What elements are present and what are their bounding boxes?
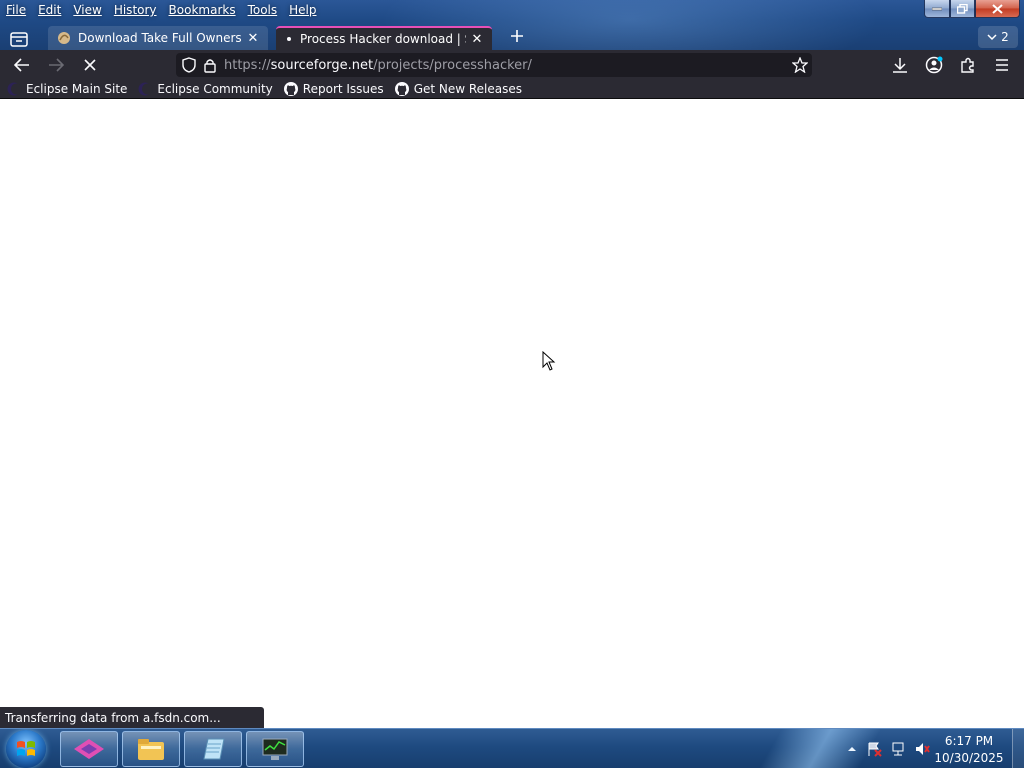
account-button[interactable] — [922, 53, 946, 77]
url-bar[interactable]: https://sourceforge.net/projects/process… — [176, 53, 812, 77]
taskbar-explorer-button[interactable] — [122, 731, 180, 767]
monitor-chart-icon — [262, 738, 288, 760]
volume-muted-icon[interactable] — [914, 741, 930, 757]
status-panel: Transferring data from a.fsdn.com... — [0, 707, 264, 728]
menu-tools-label: Tools — [247, 3, 278, 17]
menu-history[interactable]: History — [108, 0, 163, 20]
start-button[interactable] — [6, 730, 46, 768]
menu-help[interactable]: Help — [283, 0, 322, 20]
firefox-developer-icon — [74, 739, 104, 759]
window-controls — [924, 0, 1020, 18]
menu-file-label: File — [6, 3, 27, 17]
close-window-button[interactable] — [975, 0, 1020, 18]
firefox-view-icon — [10, 32, 28, 47]
taskbar-notepad-button[interactable] — [184, 731, 242, 767]
close-icon — [992, 3, 1003, 14]
restore-icon — [957, 3, 968, 14]
puzzle-icon — [961, 57, 974, 73]
firefox-view-button[interactable] — [6, 28, 32, 50]
bookmark-label: Eclipse Community — [157, 81, 273, 96]
menu-edit-label: Edit — [38, 3, 62, 17]
taskbar-clock[interactable]: 6:17 PM 10/30/2025 — [934, 733, 1004, 767]
list-all-tabs-button[interactable]: 2 — [978, 26, 1018, 48]
forward-button[interactable] — [44, 53, 68, 77]
url-scheme: https:// — [224, 57, 271, 73]
page-content[interactable]: Transferring data from a.fsdn.com... — [0, 99, 1024, 728]
folder-icon — [138, 739, 164, 760]
minimize-icon — [932, 7, 942, 10]
action-center-flag-icon[interactable] — [866, 741, 882, 757]
tab-take-ownership[interactable]: Download Take Full Ownership ✕ — [48, 26, 268, 50]
downloads-button[interactable] — [888, 53, 912, 77]
extensions-button[interactable] — [956, 53, 980, 77]
show-desktop-button[interactable] — [1012, 729, 1024, 768]
url-host: sourceforge.net — [270, 57, 374, 73]
menu-help-label: Help — [289, 3, 317, 17]
url-text[interactable]: https://sourceforge.net/projects/process… — [224, 58, 532, 73]
clock-time: 6:17 PM — [944, 734, 994, 748]
menu-view[interactable]: View — [67, 0, 107, 20]
loading-dot-icon — [287, 37, 291, 41]
bookmark-get-new-releases[interactable]: Get New Releases — [394, 81, 522, 97]
eclipse-icon — [138, 82, 154, 95]
download-icon — [893, 58, 907, 73]
bookmark-label: Eclipse Main Site — [26, 81, 128, 96]
menu-edit[interactable]: Edit — [32, 0, 67, 20]
menu-tools[interactable]: Tools — [242, 0, 284, 20]
github-icon — [394, 81, 409, 96]
plus-icon — [511, 30, 523, 42]
taskbar-task-manager-button[interactable] — [246, 731, 304, 767]
menu-view-label: View — [73, 3, 102, 17]
bookmarks-toolbar: Eclipse Main Site Eclipse Community Repo… — [0, 79, 1024, 99]
github-icon — [283, 81, 298, 96]
stop-icon — [84, 59, 96, 71]
tab-close-icon[interactable]: ✕ — [470, 32, 484, 47]
clock-date: 10/30/2025 — [934, 751, 1004, 765]
window-titlebar: File Edit View History Bookmarks Tools H… — [0, 0, 1024, 50]
tab-title: Process Hacker download | SourceForge — [300, 32, 466, 46]
back-button[interactable] — [10, 53, 34, 77]
system-tray: 6:17 PM 10/30/2025 — [824, 729, 1024, 768]
stop-button[interactable] — [78, 53, 102, 77]
menu-bookmarks-label: Bookmarks — [168, 3, 236, 17]
tab-favicon-icon — [58, 32, 70, 44]
chevron-down-icon — [987, 34, 997, 41]
menu-history-label: History — [113, 3, 157, 17]
lock-icon[interactable] — [204, 58, 216, 73]
url-path: /projects/processhacker/ — [373, 57, 532, 73]
taskbar-firefox-button[interactable] — [60, 731, 118, 767]
bookmark-eclipse-community[interactable]: Eclipse Community — [137, 81, 273, 97]
taskbar: 6:17 PM 10/30/2025 — [0, 728, 1024, 768]
tracking-protection-shield-icon[interactable] — [182, 57, 196, 73]
bookmark-label: Get New Releases — [413, 81, 523, 96]
bookmark-eclipse-main-site[interactable]: Eclipse Main Site — [6, 81, 127, 97]
menu-file[interactable]: File — [0, 0, 32, 20]
network-icon[interactable] — [890, 741, 906, 757]
notepad-icon — [203, 738, 225, 760]
restore-button[interactable] — [950, 0, 975, 18]
account-icon — [925, 56, 943, 74]
show-hidden-icons-icon[interactable] — [844, 741, 860, 757]
menu-bar: File Edit View History Bookmarks Tools H… — [0, 0, 323, 20]
hamburger-menu-icon — [996, 59, 1008, 71]
bookmark-star-icon[interactable] — [792, 57, 808, 73]
forward-arrow-icon — [49, 58, 64, 72]
new-tab-button[interactable] — [506, 28, 528, 50]
app-menu-button[interactable] — [990, 53, 1014, 77]
windows-logo-icon — [17, 741, 35, 756]
tab-strip: Download Take Full Ownership ✕ Process H… — [0, 26, 1024, 50]
back-arrow-icon — [14, 58, 29, 72]
bookmark-report-issues[interactable]: Report Issues — [283, 81, 384, 97]
tab-close-icon[interactable]: ✕ — [246, 31, 260, 46]
tab-count: 2 — [1001, 30, 1009, 44]
mouse-cursor-icon — [542, 351, 556, 371]
minimize-button[interactable] — [924, 0, 950, 18]
eclipse-icon — [7, 82, 22, 95]
navigation-toolbar: https://sourceforge.net/projects/process… — [0, 50, 1024, 79]
menu-bookmarks[interactable]: Bookmarks — [163, 0, 242, 20]
tab-title: Download Take Full Ownership — [78, 31, 242, 45]
tab-process-hacker[interactable]: Process Hacker download | SourceForge ✕ — [276, 26, 492, 50]
bookmark-label: Report Issues — [302, 81, 384, 96]
